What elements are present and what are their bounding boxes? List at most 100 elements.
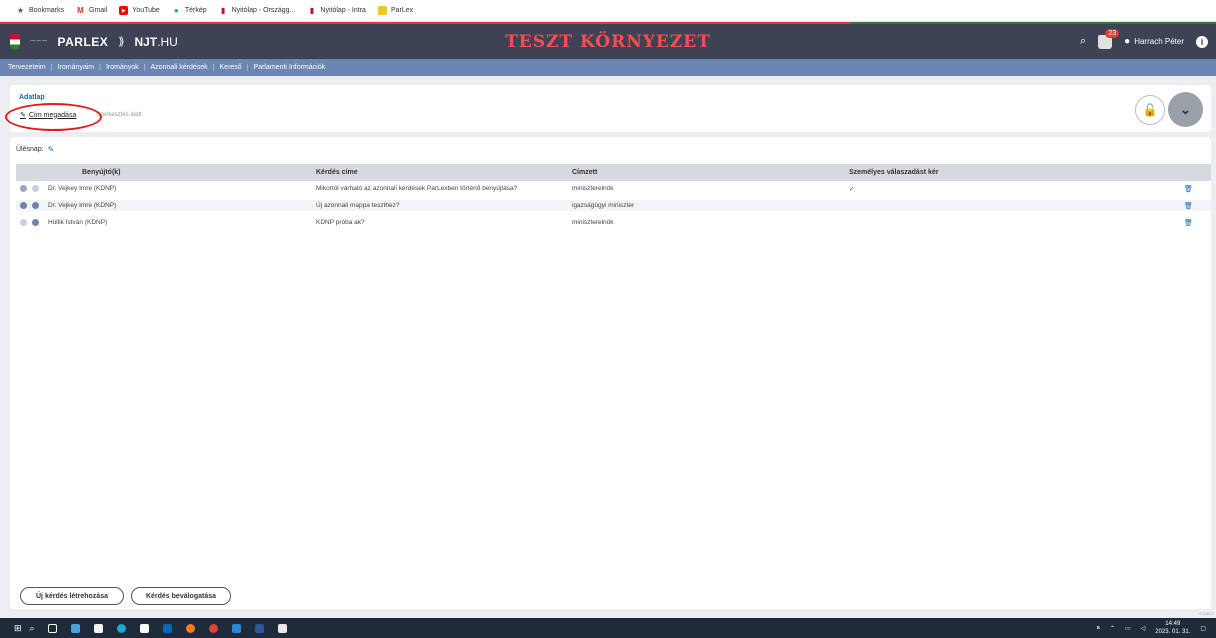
windows-start-icon[interactable]: ⊞: [14, 623, 22, 634]
cell-recipient: igazságügyi miniszter: [572, 202, 635, 209]
trash-icon[interactable]: 🗑: [1184, 185, 1193, 193]
nav-item-tervezeteim[interactable]: Tervezeteim: [8, 64, 46, 71]
cell-submitter: Hollik István (KDNP): [48, 219, 108, 226]
file-icon[interactable]: [277, 623, 287, 633]
user-menu[interactable]: ● Harrach Péter: [1124, 36, 1184, 47]
task-view-icon[interactable]: [47, 623, 57, 633]
outlook-icon[interactable]: [162, 623, 172, 633]
info-icon[interactable]: i: [1196, 35, 1208, 48]
chevron-up-icon[interactable]: ⌃: [1110, 625, 1115, 632]
widgets-icon[interactable]: [70, 623, 80, 633]
maps-icon: ●: [173, 6, 179, 15]
search-icon[interactable]: ⌕: [30, 623, 35, 634]
col-recipient[interactable]: Címzett: [572, 169, 597, 176]
cell-title: KDNP próba ak?: [316, 219, 365, 226]
bookmark-star[interactable]: ★ Bookmarks: [16, 6, 64, 15]
bookmark-parlex[interactable]: ParLex: [377, 6, 413, 15]
youtube-icon: ▶: [119, 6, 129, 15]
move-up-icon[interactable]: [20, 202, 27, 209]
search-icon[interactable]: ⌕: [1080, 35, 1086, 48]
highlight-annotation: [5, 103, 102, 131]
trash-icon[interactable]: 🗑: [1184, 202, 1193, 210]
cell-submitter: Dr. Vejkey Imre (KDNP): [48, 185, 117, 192]
move-up-icon[interactable]: [20, 185, 27, 192]
word-icon[interactable]: [254, 623, 264, 633]
volume-icon[interactable]: ◁: [1141, 625, 1146, 632]
table-row[interactable]: Hollik István (KDNP) KDNP próba ak? mini…: [16, 217, 1211, 228]
step-status: Szerkesztés alatt: [96, 112, 142, 118]
store-icon[interactable]: [93, 623, 103, 633]
app-header: ~~~ PARLEX ⟫ NJT.HU TESZT KÖRNYEZET ⌕ 23…: [0, 24, 1216, 59]
user-tray-icon[interactable]: ꭱ: [1097, 625, 1100, 632]
chrome-icon[interactable]: [208, 623, 218, 633]
app-icon[interactable]: [231, 623, 241, 633]
notification-badge: 23: [1105, 28, 1120, 38]
select-questions-button[interactable]: Kérdés beválogatása: [131, 587, 231, 605]
notifications-icon[interactable]: 23: [1098, 28, 1120, 49]
move-down-icon[interactable]: [32, 219, 39, 226]
chevron-down-icon: ⌄: [1180, 101, 1191, 117]
bookmark-parliament[interactable]: ▮ Nyitólap - Országg...: [219, 6, 296, 15]
col-title[interactable]: Kérdés címe: [316, 169, 358, 176]
firefox-icon[interactable]: [185, 623, 195, 633]
clock[interactable]: 14:49 2023. 01. 31.: [1155, 620, 1190, 636]
gmail-icon: M: [77, 6, 84, 15]
main-nav: Tervezeteim | Irományaim | Irományok | Azon…: [0, 59, 1216, 76]
questions-panel: Ülésnap: ✎ Benyújtó(k) Kérdés címe Címze…: [10, 137, 1211, 609]
version-label: 0.2.81.1: [1199, 611, 1214, 616]
unlock-icon: 🔓: [1142, 103, 1158, 117]
new-question-button[interactable]: Új kérdés létrehozása: [20, 587, 124, 605]
table-row[interactable]: Dr. Vejkey Imre (KDNP) Új azonnali mappa…: [16, 200, 1211, 211]
cell-title: Mikortól várható az azonnali kérdések Pa…: [316, 185, 518, 192]
logo[interactable]: ~~~ PARLEX ⟫ NJT.HU: [0, 33, 178, 50]
notification-center-icon[interactable]: ▢: [1200, 625, 1206, 632]
trash-icon[interactable]: 🗑: [1184, 219, 1193, 227]
user-name: Harrach Péter: [1134, 37, 1184, 46]
expand-button[interactable]: ⌄: [1168, 92, 1203, 127]
nav-item-azonnali-kerdesek[interactable]: Azonnali kérdések: [150, 64, 207, 71]
star-icon: ★: [16, 6, 25, 15]
unlock-button[interactable]: 🔓: [1135, 95, 1165, 125]
datasheet-panel: Adatlap ✎ Cím megadása Szerkesztés alatt…: [10, 85, 1211, 132]
wave-icon: ~~~: [30, 36, 48, 47]
pencil-icon[interactable]: ✎: [48, 145, 55, 154]
table-row[interactable]: Dr. Vejkey Imre (KDNP) Mikortól várható …: [16, 183, 1211, 194]
col-submitter[interactable]: Benyújtó(k): [82, 169, 121, 176]
nav-item-kereso[interactable]: Kereső: [220, 64, 242, 71]
network-icon[interactable]: ▭: [1125, 625, 1131, 632]
header-actions: ⌕ 23 ● Harrach Péter i: [1080, 28, 1208, 49]
session-day-label: Ülésnap:: [16, 146, 44, 153]
session-day: Ülésnap: ✎: [16, 145, 54, 154]
user-icon: ●: [1124, 36, 1131, 47]
taskbar: ⊞ ⌕ ꭱ ⌃ ▭ ◁ 14:49 2023. 01. 31. ▢: [0, 618, 1216, 638]
parliament-icon: ▮: [309, 6, 315, 15]
nav-item-iromanyok[interactable]: Irományok: [106, 64, 139, 71]
nav-item-iromanyaim[interactable]: Irományaim: [58, 64, 95, 71]
cell-recipient: miniszterelnök: [572, 219, 614, 226]
move-down-icon[interactable]: [32, 185, 39, 192]
environment-banner: TESZT KÖRNYEZET: [505, 31, 711, 52]
cell-personal: ✓: [849, 186, 855, 193]
bookmarks-bar: ★ Bookmarks M Gmail ▶ YouTube ● Térkép ▮ Nyit…: [0, 0, 1216, 22]
bookmark-gmail[interactable]: M Gmail: [76, 6, 107, 15]
bookmark-youtube[interactable]: ▶ YouTube: [119, 6, 160, 15]
njt-logo: NJT.HU: [134, 34, 178, 49]
col-personal[interactable]: Személyes válaszadást kér: [849, 169, 939, 176]
bookmark-maps[interactable]: ● Térkép: [172, 6, 207, 15]
datasheet-title: Adatlap: [19, 94, 45, 101]
edge-icon[interactable]: [116, 623, 126, 633]
move-up-icon[interactable]: [20, 219, 27, 226]
parlex-logo-text: PARLEX: [57, 34, 109, 49]
move-down-icon[interactable]: [32, 202, 39, 209]
nav-item-parlamenti-informaciok[interactable]: Parlamenti Információk: [254, 64, 326, 71]
folder-icon: [377, 6, 387, 15]
table-header: Benyújtó(k) Kérdés címe Címzett Személye…: [16, 164, 1211, 181]
bookmark-intra[interactable]: ▮ Nyitólap - Intra: [307, 6, 366, 15]
system-tray: ꭱ ⌃ ▭ ◁ 14:49 2023. 01. 31. ▢: [1097, 618, 1206, 638]
coat-of-arms-icon: [10, 33, 20, 50]
cell-submitter: Dr. Vejkey Imre (KDNP): [48, 202, 117, 209]
cell-recipient: miniszterelnök: [572, 185, 614, 192]
njt-icon: ⟫: [118, 36, 125, 48]
mail-icon[interactable]: [139, 623, 149, 633]
parliament-icon: ▮: [220, 6, 226, 15]
